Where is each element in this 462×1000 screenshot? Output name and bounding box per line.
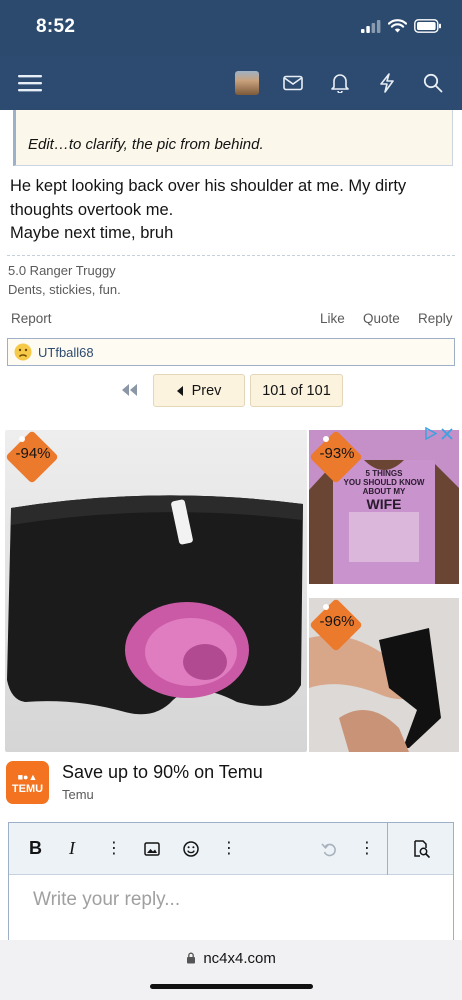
quote-link[interactable]: Quote [363,311,400,326]
url-text: nc4x4.com [203,950,276,967]
image-icon[interactable] [144,842,160,856]
bold-button[interactable]: B [29,838,42,859]
signature-line: 5.0 Ranger Truggy [8,263,116,278]
report-link[interactable]: Report [11,311,52,326]
reaction-user[interactable]: UTfball68 [38,345,94,360]
site-navbar [0,56,462,110]
status-time: 8:52 [36,16,76,37]
caret-left-icon [176,385,183,396]
discount-badge: -93% [309,430,363,484]
first-page-icon[interactable] [121,383,139,397]
ad-product-shirt[interactable]: 5 THINGS YOU SHOULD KNOW ABOUT MY WIFE -… [309,430,459,584]
signature: 5.0 Ranger Truggy Dents, stickies, fun. [8,261,121,299]
discount-badge: -96% [309,598,363,652]
undo-icon[interactable] [321,841,337,857]
padded-shorts-image [7,495,303,715]
more-options-icon[interactable]: ⋮ [359,838,375,858]
ad-choices[interactable] [424,427,453,440]
reply-input[interactable]: Write your reply... [33,889,180,911]
wifi-icon [388,19,407,33]
search-icon[interactable] [418,68,448,98]
browser-bottom-bar: nc4x4.com [0,940,462,1000]
post-body-line: He kept looking back over his shoulder a… [10,177,407,195]
reply-editor[interactable]: B I ⋮ ⋮ ⋮ Write your reply... [8,822,454,942]
prev-page-button[interactable]: Prev [153,374,245,407]
post-body-line: Maybe next time, bruh [10,224,174,242]
page-indicator[interactable]: 101 of 101 [250,374,343,407]
ad-product-heels[interactable]: -96% [309,598,459,752]
like-link[interactable]: Like [320,311,345,326]
signature-divider [7,255,455,256]
lightning-icon[interactable] [372,68,402,98]
prev-label: Prev [191,382,222,399]
temu-logo[interactable]: ■●▲ TEMU [6,761,49,804]
lock-icon [187,952,196,964]
advertisement[interactable]: -94% 5 THINGS YOU SHOULD KNOW ABOUT MY W… [0,425,462,810]
emoji-icon[interactable] [183,841,199,857]
user-avatar[interactable] [235,71,259,95]
quote-block: Edit…to clarify, the pic from behind. [13,110,453,166]
signature-line: Dents, stickies, fun. [8,282,121,297]
status-icons [361,19,442,33]
battery-icon [414,19,441,33]
post-body: He kept looking back over his shoulder a… [10,175,450,246]
discount-badge: -94% [5,430,59,484]
editor-toolbar: B I ⋮ ⋮ ⋮ [9,823,453,875]
reply-link[interactable]: Reply [418,311,453,326]
sad-face-icon [14,343,32,361]
status-bar: 8:52 [0,0,462,56]
url-bar[interactable]: nc4x4.com [0,950,462,967]
more-options-icon[interactable]: ⋮ [221,838,237,858]
post-body-line: thoughts overtook me. [10,200,174,219]
preview-icon[interactable] [412,840,430,858]
close-icon[interactable] [441,427,453,440]
page-label: 101 of 101 [262,382,331,399]
quote-text: Edit…to clarify, the pic from behind. [28,136,264,153]
adchoices-icon[interactable] [424,427,437,440]
menu-icon[interactable] [15,68,45,98]
shirt-text: ABOUT MY [362,487,406,496]
ad-brand: Temu [62,787,94,802]
more-options-icon[interactable]: ⋮ [106,838,122,858]
home-indicator [150,984,313,989]
bell-icon[interactable] [325,68,355,98]
signal-icon [361,19,381,33]
mail-icon[interactable] [278,68,308,98]
shirt-text: WIFE [366,496,402,512]
ad-headline[interactable]: Save up to 90% on Temu [62,762,263,783]
reactions-bar[interactable]: UTfball68 [7,338,455,366]
italic-button[interactable]: I [69,838,75,859]
ad-product-shorts[interactable]: -94% [5,430,307,752]
